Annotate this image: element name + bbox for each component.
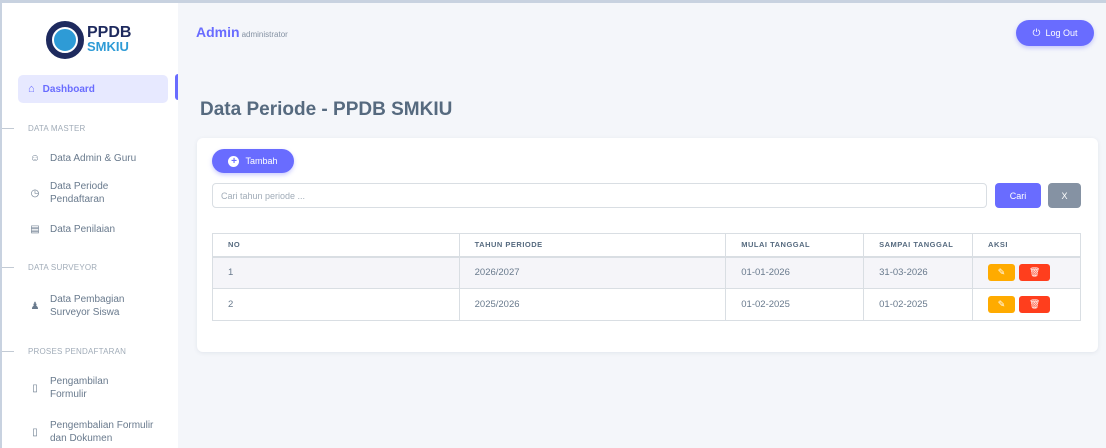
clock-icon: ◷ <box>30 187 40 199</box>
edit-icon: ✎ <box>997 299 1006 309</box>
section-proses-pendaftaran: PROSES PENDAFTARAN <box>2 345 126 357</box>
cell-sampai: 01-02-2025 <box>863 288 974 321</box>
table-header-row: NO TAHUN PERIODE MULAI TANGGAL SAMPAI TA… <box>212 233 1081 258</box>
column-header-tahun[interactable]: TAHUN PERIODE <box>458 233 727 258</box>
sidebar-item-label: dan Dokumen <box>50 433 113 444</box>
file-icon: ▯ <box>32 382 38 394</box>
column-header-sampai[interactable]: SAMPAI TANGGAL <box>863 233 974 258</box>
edit-button[interactable]: ✎ <box>988 296 1016 313</box>
users-icon: ☺ <box>29 153 41 164</box>
trash-icon: 🗑 <box>1028 267 1041 278</box>
sidebar-item-data-admin-guru[interactable]: ☺ Data Admin & Guru <box>28 152 136 165</box>
sidebar-item-pengembalian-formulir[interactable]: ▯ Pengembalian Formulir dan Dokumen <box>28 419 153 445</box>
periode-table: NO TAHUN PERIODE MULAI TANGGAL SAMPAI TA… <box>212 233 1081 321</box>
school-emblem-icon <box>46 21 84 59</box>
cell-mulai: 01-02-2025 <box>725 288 865 321</box>
sidebar-item-label: Data Pembagian <box>50 294 125 305</box>
cell-mulai: 01-01-2026 <box>725 256 865 289</box>
sidebar-item-pengambilan-formulir[interactable]: ▯ Pengambilan Formulir <box>28 375 108 401</box>
plus-circle-icon: + <box>228 155 240 167</box>
logout-button[interactable]: ⏻ Log Out <box>1016 20 1094 46</box>
brand-logo[interactable]: PPDB SMKIU <box>46 21 131 59</box>
cell-aksi: ✎ 🗑 <box>972 288 1081 321</box>
clear-search-button[interactable]: X <box>1048 183 1081 208</box>
page-title: Data Periode - PPDB SMKIU <box>200 99 453 120</box>
sidebar-item-label: Data Periode <box>50 181 109 192</box>
cell-no: 1 <box>212 256 460 289</box>
section-data-surveyor: DATA SURVEYOR <box>2 261 97 273</box>
sidebar-item-label: Dashboard <box>42 83 95 95</box>
sidebar: PPDB SMKIU ⌂ Dashboard DATA MASTER ☺ Dat… <box>2 3 178 448</box>
topbar-subtitle: administrator <box>241 30 288 39</box>
active-indicator <box>175 74 178 100</box>
document-icon: ▤ <box>30 224 40 235</box>
sidebar-item-dashboard[interactable]: ⌂ Dashboard <box>18 75 168 103</box>
sidebar-item-label: Data Admin & Guru <box>50 153 137 164</box>
sidebar-item-data-penilaian[interactable]: ▤ Data Penilaian <box>28 223 115 236</box>
sidebar-item-label: Surveyor Siswa <box>50 307 120 318</box>
file-icon: ▯ <box>32 426 38 438</box>
cell-tahun: 2025/2026 <box>458 288 727 321</box>
column-header-mulai[interactable]: MULAI TANGGAL <box>725 233 865 258</box>
cell-no: 2 <box>212 288 460 321</box>
delete-button[interactable]: 🗑 <box>1019 296 1051 313</box>
edit-icon: ✎ <box>997 267 1006 278</box>
sidebar-item-label: Pendaftaran <box>50 194 105 205</box>
table-row: 1 2026/2027 01-01-2026 31-03-2026 ✎ 🗑 <box>212 256 1081 289</box>
cell-aksi: ✎ 🗑 <box>972 256 1081 289</box>
periode-card: + Tambah Cari X NO TAHUN PERIODE MULAI T… <box>197 138 1098 352</box>
home-icon: ⌂ <box>28 83 35 95</box>
column-header-no[interactable]: NO <box>212 233 460 258</box>
sidebar-item-label: Pengembalian Formulir <box>50 420 154 431</box>
sidebar-item-label: Formulir <box>50 389 87 400</box>
trash-icon: 🗑 <box>1028 299 1041 309</box>
section-data-master: DATA MASTER <box>2 122 85 134</box>
delete-button[interactable]: 🗑 <box>1019 264 1051 282</box>
search-input[interactable] <box>212 183 987 208</box>
user-group-icon: ♟ <box>30 300 40 312</box>
sidebar-item-label: Pengambilan <box>50 376 109 387</box>
sidebar-item-data-periode[interactable]: ◷ Data Periode Pendaftaran <box>28 180 109 206</box>
table-row: 2 2025/2026 01-02-2025 01-02-2025 ✎ 🗑 <box>212 288 1081 321</box>
search-button[interactable]: Cari <box>995 183 1041 208</box>
sidebar-item-label: Data Penilaian <box>50 224 116 235</box>
brand-line2: SMKIU <box>87 39 129 54</box>
sidebar-item-data-pembagian[interactable]: ♟ Data Pembagian Surveyor Siswa <box>28 293 125 319</box>
add-button[interactable]: + Tambah <box>212 149 294 173</box>
cell-sampai: 31-03-2026 <box>863 256 974 289</box>
power-icon: ⏻ <box>1032 27 1041 39</box>
column-header-aksi: AKSI <box>972 233 1081 258</box>
brand-line1: PPDB <box>87 24 132 41</box>
topbar-title: Admin administrator <box>196 24 288 40</box>
cell-tahun: 2026/2027 <box>458 256 727 289</box>
edit-button[interactable]: ✎ <box>988 264 1016 282</box>
